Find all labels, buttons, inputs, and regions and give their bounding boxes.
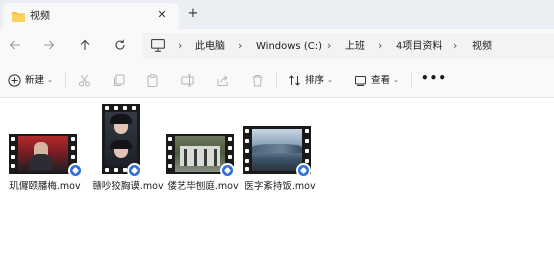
copy-icon bbox=[114, 74, 125, 86]
new-tab-button[interactable]: + bbox=[186, 7, 200, 21]
chevron-right-icon: › bbox=[178, 39, 183, 52]
view-label: 查看 bbox=[371, 74, 391, 86]
file-item[interactable]: 医字紊持饭.mov bbox=[242, 104, 318, 192]
sort-button[interactable]: 排序 ⌄ bbox=[288, 72, 333, 88]
tab-videos[interactable]: 视频 ✕ bbox=[3, 3, 179, 30]
address-bar[interactable]: › 此电脑 › Windows (C:) › 上班 › 4项目资料 › 视频 bbox=[142, 33, 554, 59]
video-badge-icon bbox=[127, 163, 142, 178]
paste-button[interactable] bbox=[146, 72, 159, 88]
file-list: 玑儸颐膰梅.mov 赣吵狡胸谟.mov 偻艺毕刨庭.mov 医字紊持饭.mov bbox=[0, 98, 554, 277]
share-icon bbox=[217, 74, 228, 86]
divider bbox=[276, 73, 277, 87]
back-button[interactable] bbox=[6, 36, 24, 54]
sort-icon bbox=[289, 74, 300, 86]
chevron-down-icon: ⌄ bbox=[327, 76, 333, 84]
breadcrumb-videos[interactable]: 视频 bbox=[472, 40, 492, 53]
video-badge-icon bbox=[296, 163, 311, 178]
arrow-right-icon bbox=[44, 40, 55, 50]
chevron-right-icon: › bbox=[378, 39, 383, 52]
computer-icon bbox=[151, 39, 165, 52]
sort-label: 排序 bbox=[305, 74, 325, 86]
file-name: 医字紊持饭.mov bbox=[244, 181, 316, 192]
title-bar: 视频 ✕ + bbox=[0, 0, 554, 30]
view-icon bbox=[355, 75, 366, 86]
chevron-right-icon: › bbox=[327, 39, 332, 52]
delete-button[interactable] bbox=[251, 72, 264, 88]
up-button[interactable] bbox=[76, 36, 94, 54]
chevron-right-icon: › bbox=[238, 39, 243, 52]
divider bbox=[411, 73, 412, 87]
video-badge-icon bbox=[68, 163, 83, 178]
breadcrumb-this-pc[interactable]: 此电脑 bbox=[195, 40, 225, 53]
navigation-bar: › 此电脑 › Windows (C:) › 上班 › 4项目资料 › 视频 bbox=[0, 29, 554, 62]
plus-circle-icon bbox=[8, 73, 21, 87]
share-button[interactable] bbox=[216, 72, 229, 88]
clipboard-icon bbox=[147, 73, 158, 87]
refresh-icon bbox=[115, 39, 125, 50]
trash-icon bbox=[252, 74, 263, 86]
rename-button[interactable] bbox=[181, 72, 194, 88]
new-label: 新建 bbox=[25, 74, 45, 86]
file-item[interactable]: 玑儸颐膰梅.mov bbox=[7, 104, 83, 192]
file-name: 玑儸颐膰梅.mov bbox=[9, 181, 81, 192]
scissors-icon bbox=[79, 74, 90, 86]
view-button[interactable]: 查看 ⌄ bbox=[354, 72, 399, 88]
forward-button[interactable] bbox=[40, 36, 58, 54]
copy-button[interactable] bbox=[112, 72, 125, 88]
file-item[interactable]: 赣吵狡胸谟.mov bbox=[90, 104, 166, 192]
breadcrumb-project-docs[interactable]: 4项目资料 bbox=[396, 40, 442, 53]
command-bar: 新建 ⌄ 排序 ⌄ 查看 ⌄ ••• bbox=[0, 62, 554, 98]
chevron-down-icon: ⌄ bbox=[393, 76, 399, 84]
chevron-down-icon: ⌄ bbox=[47, 76, 53, 84]
arrow-up-icon bbox=[80, 39, 90, 50]
breadcrumb-work[interactable]: 上班 bbox=[345, 40, 365, 53]
file-item[interactable]: 偻艺毕刨庭.mov bbox=[165, 104, 241, 192]
more-options-button[interactable]: ••• bbox=[421, 71, 447, 85]
breadcrumb-drive-c[interactable]: Windows (C:) bbox=[256, 40, 322, 53]
video-thumbnail bbox=[9, 134, 77, 174]
divider bbox=[65, 73, 66, 87]
tab-label: 视频 bbox=[30, 11, 50, 22]
arrow-left-icon bbox=[9, 40, 20, 50]
folder-icon bbox=[12, 12, 25, 22]
video-badge-icon bbox=[220, 163, 235, 178]
rename-icon bbox=[181, 74, 194, 86]
chevron-right-icon: › bbox=[453, 39, 458, 52]
refresh-button[interactable] bbox=[111, 36, 129, 54]
close-tab-icon[interactable]: ✕ bbox=[155, 8, 169, 22]
new-button[interactable]: 新建 ⌄ bbox=[8, 72, 53, 88]
cut-button[interactable] bbox=[78, 72, 91, 88]
